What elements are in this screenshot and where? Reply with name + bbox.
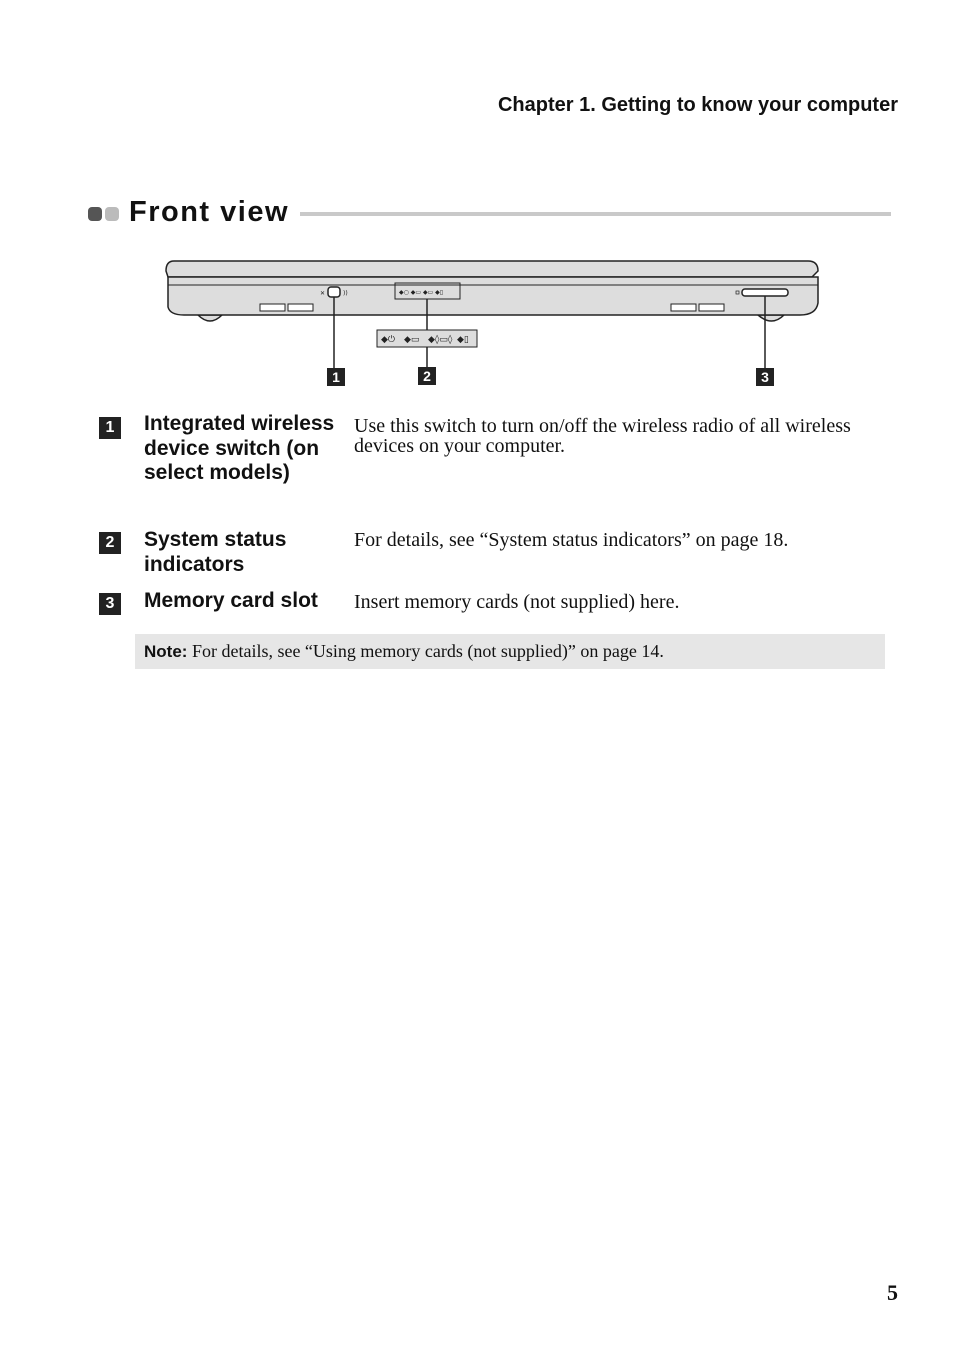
item-description: For details, see “System status indicato… — [354, 529, 789, 551]
note-label: Note: — [144, 642, 188, 661]
item-description: Insert memory cards (not supplied) here. — [354, 591, 680, 613]
item-number: 2 — [99, 532, 121, 554]
battery-icon: ◆▭ — [404, 335, 419, 345]
item-number: 1 — [99, 417, 121, 439]
laptop-front-view-figure: ✕ )) ◆○ ◆▭ ◆▭ ◆▯ ◆⏻ ◆▭ ◆◊▭◊ ◆▯ 1 2 3 — [160, 255, 830, 390]
page-number: 5 — [887, 1280, 898, 1305]
callout-2: 2 — [418, 367, 436, 385]
note-box: Note: For details, see “Using memory car… — [135, 634, 885, 669]
item-label: System status indicators — [144, 528, 287, 576]
svg-text:✕: ✕ — [320, 290, 325, 297]
bullet-dot-dark-icon — [88, 207, 102, 221]
laptop-lid — [165, 260, 819, 278]
section-title-row: Front view — [88, 196, 891, 232]
wireless-switch — [327, 286, 341, 298]
speaker-vent-right-2 — [698, 303, 725, 312]
speaker-vent-left-2 — [287, 303, 314, 312]
speaker-vent-left-1 — [259, 303, 286, 312]
callout-1: 1 — [327, 368, 345, 386]
note-body: For details, see “Using memory cards (no… — [187, 641, 664, 661]
left-foot — [196, 314, 224, 322]
hdd-icon: ◆▯ — [457, 335, 469, 345]
chapter-header: Chapter 1. Getting to know your computer — [497, 94, 898, 116]
svg-text:)): )) — [343, 290, 348, 297]
callout-3: 3 — [756, 368, 774, 386]
svg-text:◆○ ◆▭ ◆▭ ◆▯: ◆○ ◆▭ ◆▭ ◆▯ — [399, 289, 443, 296]
title-rule — [300, 212, 891, 216]
bullet-dot-light-icon — [105, 207, 119, 221]
note-text: Note: For details, see “Using memory car… — [144, 641, 664, 662]
item-description: Use this switch to turn on/off the wirel… — [354, 415, 851, 457]
item-label: Memory card slot — [144, 589, 318, 612]
memory-card-slot — [741, 288, 789, 297]
right-foot — [755, 314, 786, 322]
item-label: Integrated wireless device switch (on se… — [144, 412, 335, 484]
speaker-vent-right-1 — [670, 303, 697, 312]
laptop-illustration: ✕ )) ◆○ ◆▭ ◆▭ ◆▯ ◆⏻ ◆▭ ◆◊▭◊ ◆▯ — [165, 260, 819, 368]
item-number: 3 — [99, 593, 121, 615]
section-title: Front view — [129, 196, 290, 228]
wireless-icon: ◆◊▭◊ — [428, 334, 453, 345]
power-icon: ◆⏻ — [381, 334, 395, 345]
